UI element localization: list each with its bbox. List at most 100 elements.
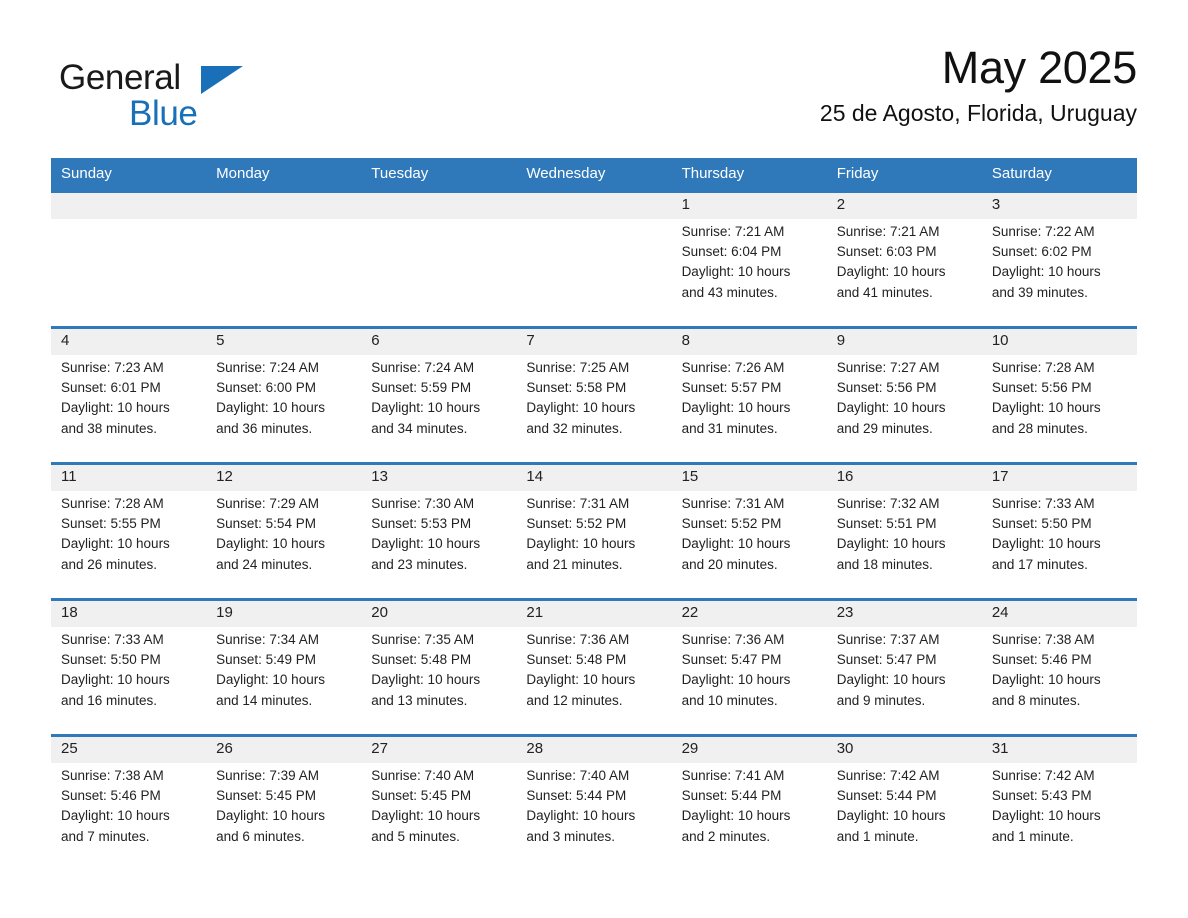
day-cell[interactable]: Sunrise: 7:23 AM Sunset: 6:01 PM Dayligh… xyxy=(51,355,207,464)
sunset-text: Sunset: 5:50 PM xyxy=(991,516,1092,532)
day-cell[interactable]: Sunrise: 7:21 AM Sunset: 6:03 PM Dayligh… xyxy=(826,219,982,328)
day-number[interactable]: 18 xyxy=(51,598,207,627)
day-cell[interactable]: Sunrise: 7:21 AM Sunset: 6:04 PM Dayligh… xyxy=(671,219,827,328)
sunset-text: Sunset: 5:52 PM xyxy=(526,516,627,532)
day-number[interactable]: 22 xyxy=(671,598,827,627)
day-number[interactable] xyxy=(206,190,362,219)
day-cell[interactable]: Sunrise: 7:32 AM Sunset: 5:51 PM Dayligh… xyxy=(826,491,982,600)
day-number[interactable]: 31 xyxy=(981,734,1137,763)
day-cell[interactable]: Sunrise: 7:29 AM Sunset: 5:54 PM Dayligh… xyxy=(206,491,362,600)
day-number[interactable]: 1 xyxy=(671,190,827,219)
daylight-text-line2: and 32 minutes. xyxy=(526,420,623,436)
day-cell[interactable]: Sunrise: 7:27 AM Sunset: 5:56 PM Dayligh… xyxy=(826,355,982,464)
day-cell[interactable]: Sunrise: 7:42 AM Sunset: 5:43 PM Dayligh… xyxy=(981,763,1137,870)
sunrise-text: Sunrise: 7:33 AM xyxy=(61,632,164,647)
day-cell[interactable] xyxy=(361,219,517,328)
day-cell[interactable] xyxy=(51,219,207,328)
day-number[interactable]: 10 xyxy=(981,326,1137,355)
day-cell[interactable]: Sunrise: 7:40 AM Sunset: 5:44 PM Dayligh… xyxy=(516,763,672,870)
sunset-text: Sunset: 5:51 PM xyxy=(836,516,937,532)
day-number[interactable] xyxy=(516,190,672,219)
day-number[interactable]: 15 xyxy=(671,462,827,491)
day-number[interactable]: 28 xyxy=(516,734,672,763)
day-number[interactable]: 20 xyxy=(361,598,517,627)
day-number[interactable]: 2 xyxy=(826,190,982,219)
day-number[interactable]: 26 xyxy=(206,734,362,763)
day-cell[interactable]: Sunrise: 7:39 AM Sunset: 5:45 PM Dayligh… xyxy=(206,763,362,870)
day-cell[interactable]: Sunrise: 7:37 AM Sunset: 5:47 PM Dayligh… xyxy=(826,627,982,736)
day-number[interactable]: 21 xyxy=(516,598,672,627)
week-info-row: Sunrise: 7:33 AM Sunset: 5:50 PM Dayligh… xyxy=(51,627,1137,736)
day-cell[interactable]: Sunrise: 7:31 AM Sunset: 5:52 PM Dayligh… xyxy=(671,491,827,600)
day-number[interactable]: 8 xyxy=(671,326,827,355)
daylight-text-line1: Daylight: 10 hours xyxy=(216,536,325,552)
day-number[interactable]: 24 xyxy=(981,598,1137,627)
day-number[interactable]: 16 xyxy=(826,462,982,491)
daylight-text-line1: Daylight: 10 hours xyxy=(836,808,946,824)
day-cell[interactable]: Sunrise: 7:33 AM Sunset: 5:50 PM Dayligh… xyxy=(51,627,207,736)
sunset-text: Sunset: 5:56 PM xyxy=(836,380,937,396)
daylight-text-line1: Daylight: 10 hours xyxy=(216,808,325,824)
day-cell[interactable]: Sunrise: 7:42 AM Sunset: 5:44 PM Dayligh… xyxy=(826,763,982,870)
day-number[interactable]: 17 xyxy=(981,462,1137,491)
day-cell[interactable]: Sunrise: 7:38 AM Sunset: 5:46 PM Dayligh… xyxy=(981,627,1137,736)
day-number[interactable]: 13 xyxy=(361,462,517,491)
day-cell[interactable]: Sunrise: 7:35 AM Sunset: 5:48 PM Dayligh… xyxy=(361,627,517,736)
day-cell[interactable]: Sunrise: 7:38 AM Sunset: 5:46 PM Dayligh… xyxy=(51,763,207,870)
day-cell[interactable]: Sunrise: 7:33 AM Sunset: 5:50 PM Dayligh… xyxy=(981,491,1137,600)
day-cell[interactable] xyxy=(206,219,362,328)
day-number[interactable]: 5 xyxy=(206,326,362,355)
sunrise-text: Sunrise: 7:21 AM xyxy=(836,224,940,239)
week-date-row: 4 5 6 7 8 9 10 xyxy=(51,326,1137,355)
daylight-text-line2: and 7 minutes. xyxy=(61,828,150,844)
day-number[interactable]: 11 xyxy=(51,462,207,491)
day-number[interactable]: 7 xyxy=(516,326,672,355)
daylight-text-line1: Daylight: 10 hours xyxy=(61,672,170,688)
daylight-text-line1: Daylight: 10 hours xyxy=(61,536,170,552)
day-cell[interactable]: Sunrise: 7:24 AM Sunset: 5:59 PM Dayligh… xyxy=(361,355,517,464)
day-cell[interactable]: Sunrise: 7:36 AM Sunset: 5:47 PM Dayligh… xyxy=(671,627,827,736)
day-cell[interactable]: Sunrise: 7:25 AM Sunset: 5:58 PM Dayligh… xyxy=(516,355,672,464)
day-number[interactable]: 6 xyxy=(361,326,517,355)
day-cell[interactable]: Sunrise: 7:22 AM Sunset: 6:02 PM Dayligh… xyxy=(981,219,1137,328)
daylight-text-line1: Daylight: 10 hours xyxy=(371,536,481,552)
day-cell[interactable]: Sunrise: 7:34 AM Sunset: 5:49 PM Dayligh… xyxy=(206,627,362,736)
daylight-text-line2: and 2 minutes. xyxy=(681,828,771,844)
general-blue-logo[interactable]: General Blue xyxy=(51,52,311,136)
sunrise-text: Sunrise: 7:21 AM xyxy=(681,224,785,239)
sunrise-text: Sunrise: 7:40 AM xyxy=(526,768,630,783)
day-number[interactable]: 23 xyxy=(826,598,982,627)
day-number[interactable]: 25 xyxy=(51,734,207,763)
day-cell[interactable]: Sunrise: 7:28 AM Sunset: 5:56 PM Dayligh… xyxy=(981,355,1137,464)
sunset-text: Sunset: 5:46 PM xyxy=(61,788,161,804)
sunrise-text: Sunrise: 7:28 AM xyxy=(61,496,164,511)
day-cell[interactable]: Sunrise: 7:40 AM Sunset: 5:45 PM Dayligh… xyxy=(361,763,517,870)
sunset-text: Sunset: 5:53 PM xyxy=(371,516,472,532)
day-cell[interactable]: Sunrise: 7:30 AM Sunset: 5:53 PM Dayligh… xyxy=(361,491,517,600)
day-cell[interactable]: Sunrise: 7:36 AM Sunset: 5:48 PM Dayligh… xyxy=(516,627,672,736)
sunrise-text: Sunrise: 7:23 AM xyxy=(61,360,164,375)
day-number[interactable]: 12 xyxy=(206,462,362,491)
day-number[interactable] xyxy=(51,190,207,219)
sunrise-text: Sunrise: 7:31 AM xyxy=(681,496,785,511)
day-number[interactable]: 27 xyxy=(361,734,517,763)
daylight-text-line2: and 14 minutes. xyxy=(216,692,313,708)
day-cell[interactable]: Sunrise: 7:28 AM Sunset: 5:55 PM Dayligh… xyxy=(51,491,207,600)
day-number[interactable] xyxy=(361,190,517,219)
day-cell[interactable] xyxy=(516,219,672,328)
sunrise-text: Sunrise: 7:28 AM xyxy=(991,360,1095,375)
day-number[interactable]: 30 xyxy=(826,734,982,763)
daylight-text-line1: Daylight: 10 hours xyxy=(836,536,946,552)
day-number[interactable]: 29 xyxy=(671,734,827,763)
day-cell[interactable]: Sunrise: 7:26 AM Sunset: 5:57 PM Dayligh… xyxy=(671,355,827,464)
week-date-row: 1 2 3 xyxy=(51,190,1137,219)
day-number[interactable]: 14 xyxy=(516,462,672,491)
day-number[interactable]: 19 xyxy=(206,598,362,627)
day-cell[interactable]: Sunrise: 7:24 AM Sunset: 6:00 PM Dayligh… xyxy=(206,355,362,464)
day-cell[interactable]: Sunrise: 7:41 AM Sunset: 5:44 PM Dayligh… xyxy=(671,763,827,870)
day-number[interactable]: 3 xyxy=(981,190,1137,219)
sunset-text: Sunset: 5:56 PM xyxy=(991,380,1092,396)
day-cell[interactable]: Sunrise: 7:31 AM Sunset: 5:52 PM Dayligh… xyxy=(516,491,672,600)
day-number[interactable]: 4 xyxy=(51,326,207,355)
day-number[interactable]: 9 xyxy=(826,326,982,355)
